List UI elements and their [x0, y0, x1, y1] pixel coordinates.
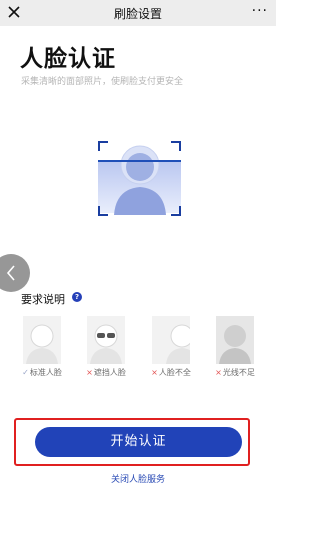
start-verification-button[interactable]: 开始认证	[35, 427, 242, 457]
example-caption: ✓ 标准人脸	[19, 367, 65, 378]
example-label: 人脸不全	[158, 368, 191, 377]
page-title: 人脸认证	[20, 46, 116, 72]
sunglasses-face-icon	[90, 324, 122, 364]
top-bar: 刷脸设置 ···	[0, 0, 276, 26]
face-scan-illustration	[98, 141, 181, 216]
example-low-light: × 光线不足	[212, 316, 258, 378]
back-button[interactable]	[0, 254, 30, 292]
example-thumbnail	[87, 316, 125, 364]
example-label: 光线不足	[222, 368, 255, 377]
frame-corner	[98, 206, 108, 216]
example-thumbnail	[23, 316, 61, 364]
cross-icon: ×	[151, 368, 158, 377]
help-icon[interactable]: ?	[72, 292, 82, 302]
example-standard-face: ✓ 标准人脸	[19, 316, 65, 378]
cross-icon: ×	[86, 368, 93, 377]
example-list: ✓ 标准人脸 × 遮挡人脸 × 人脸不全 × 光线不足	[0, 316, 276, 386]
frame-corner	[171, 206, 181, 216]
chevron-left-icon	[6, 265, 15, 281]
scan-line	[98, 160, 181, 162]
example-thumbnail	[216, 316, 254, 364]
close-face-service-link[interactable]: 关闭人脸服务	[0, 472, 276, 485]
example-occluded-face: × 遮挡人脸	[83, 316, 129, 378]
page-subtitle: 采集清晰的面部照片，使刷脸支付更安全	[21, 77, 184, 87]
example-caption: × 人脸不全	[148, 367, 194, 378]
example-label: 遮挡人脸	[93, 368, 126, 377]
partial-face-icon	[166, 324, 190, 364]
requirements-title: 要求说明	[21, 293, 65, 306]
example-caption: × 光线不足	[212, 367, 258, 378]
example-caption: × 遮挡人脸	[83, 367, 129, 378]
example-incomplete-face: × 人脸不全	[148, 316, 194, 378]
example-thumbnail	[152, 316, 190, 364]
person-icon	[114, 145, 166, 215]
window-title: 刷脸设置	[113, 7, 162, 21]
frame-corner	[98, 141, 108, 151]
check-icon: ✓	[22, 368, 29, 377]
cross-icon: ×	[215, 368, 222, 377]
dark-face-icon	[219, 325, 251, 364]
face-example-icon	[26, 324, 58, 364]
example-label: 标准人脸	[29, 368, 62, 377]
frame-corner	[171, 141, 181, 151]
more-options-icon[interactable]: ···	[252, 2, 268, 20]
